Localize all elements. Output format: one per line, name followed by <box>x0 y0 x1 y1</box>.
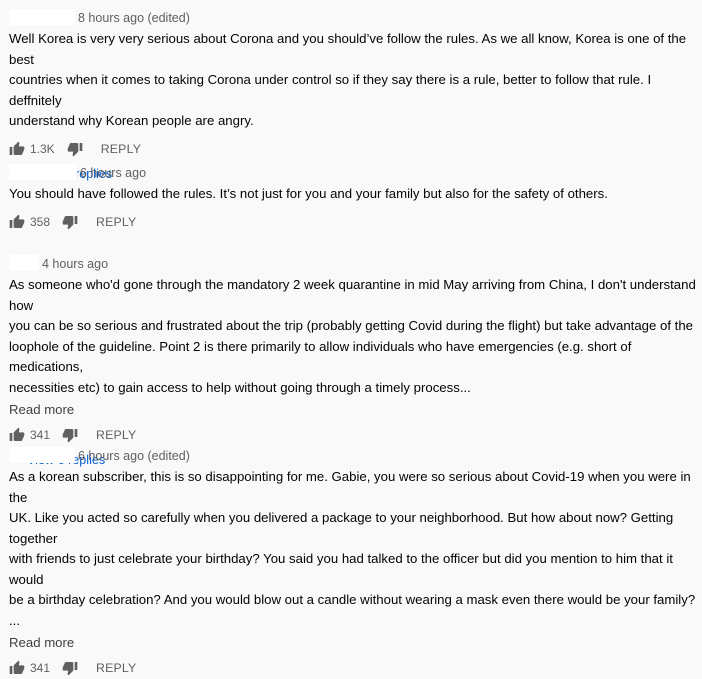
comment-line: You should have followed the rules. It’s… <box>9 186 608 201</box>
comment-line: loophole of the guideline. Point 2 is th… <box>9 338 632 375</box>
like-count: 1.3K <box>30 141 55 156</box>
comment-3: 4 hours ago As someone who'd gone throug… <box>9 255 697 470</box>
comment-actions: 341 REPLY <box>9 657 697 679</box>
thumbs-down-icon[interactable] <box>62 660 78 676</box>
reply-button[interactable]: REPLY <box>96 215 136 229</box>
comment-2: 6 hours ago You should have followed the… <box>9 164 697 233</box>
author-name-redacted[interactable] <box>9 9 75 25</box>
thumbs-up-icon[interactable] <box>9 141 25 157</box>
comment-line: you can be so serious and frustrated abo… <box>9 318 693 333</box>
comment-1: 8 hours ago (edited) Well Korea is very … <box>9 9 697 184</box>
reply-button[interactable]: REPLY <box>96 428 136 442</box>
author-name-redacted[interactable] <box>9 255 39 271</box>
comment-line: necessities etc) to gain access to help … <box>9 379 471 395</box>
comment-actions: 358 REPLY <box>9 211 697 233</box>
thumbs-down-icon[interactable] <box>62 214 78 230</box>
thumbs-down-icon[interactable] <box>62 427 78 443</box>
thumbs-up-icon[interactable] <box>9 427 25 443</box>
comment-header: 4 hours ago <box>9 255 697 273</box>
comment-text: As a korean subscriber, this is so disap… <box>9 467 697 631</box>
comment-line: be a birthday celebration? And you would… <box>9 592 696 628</box>
author-name-redacted[interactable] <box>9 164 77 180</box>
comment-text: Well Korea is very very serious about Co… <box>9 29 697 132</box>
thumbs-up-icon[interactable] <box>9 214 25 230</box>
comment-line: As someone who'd gone through the mandat… <box>9 277 696 313</box>
comment-header: 6 hours ago <box>9 164 697 182</box>
reply-button[interactable]: REPLY <box>101 142 141 156</box>
reply-button[interactable]: REPLY <box>96 661 136 675</box>
comment-line: As a korean subscriber, this is so disap… <box>9 469 691 505</box>
like-count: 341 <box>30 661 51 675</box>
read-more-link[interactable]: Read more <box>9 633 697 653</box>
like-count: 341 <box>30 428 51 442</box>
comment-text: As someone who'd gone through the mandat… <box>9 275 697 398</box>
comment-actions: 341 REPLY <box>9 424 697 446</box>
comment-timestamp[interactable]: 4 hours ago <box>42 256 108 272</box>
like-count: 358 <box>30 214 51 229</box>
comment-actions: 1.3K REPLY <box>9 138 697 160</box>
comment-text: You should have followed the rules. It’s… <box>9 184 697 205</box>
comment-timestamp[interactable]: 8 hours ago (edited) <box>78 10 190 26</box>
comment-line: with friends to just celebrate your birt… <box>9 551 673 587</box>
read-more-link[interactable]: Read more <box>9 400 697 420</box>
comment-line: countries when it comes to taking Corona… <box>9 72 652 108</box>
thumbs-up-icon[interactable] <box>9 660 25 676</box>
comment-line: UK. Like you acted so carefully when you… <box>9 510 674 546</box>
author-name-redacted[interactable] <box>9 447 75 463</box>
comment-header: 8 hours ago (edited) <box>9 9 697 27</box>
comment-line: Well Korea is very very serious about Co… <box>9 31 687 67</box>
comment-line: understand why Korean people are angry. <box>9 113 254 128</box>
comment-timestamp[interactable]: 6 hours ago <box>80 165 146 181</box>
comment-header: 6 hours ago (edited) <box>9 447 697 465</box>
thumbs-down-icon[interactable] <box>67 141 83 157</box>
comment-timestamp[interactable]: 6 hours ago (edited) <box>78 448 190 464</box>
comment-4: 6 hours ago (edited) As a korean subscri… <box>9 447 697 679</box>
